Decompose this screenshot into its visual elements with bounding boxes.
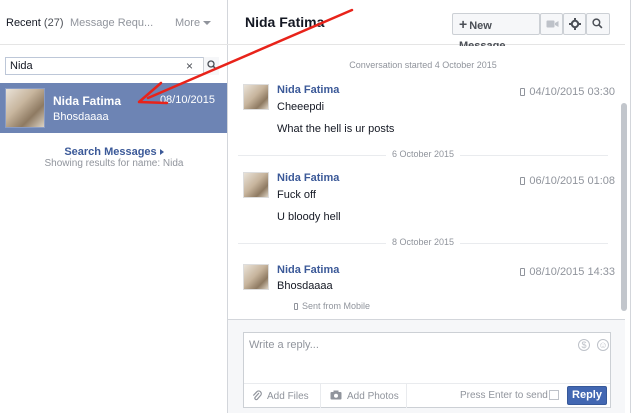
add-photos-button[interactable]: Add Photos <box>330 390 399 402</box>
search-messages-row: Search Messages <box>0 146 228 158</box>
add-files-button[interactable]: Add Files <box>252 390 309 402</box>
add-photos-label: Add Photos <box>347 391 399 402</box>
thread-list-header: Recent (27) Message Requ... More <box>0 0 228 45</box>
reply-input[interactable] <box>244 333 574 373</box>
tab-message-requests[interactable]: Message Requ... <box>70 17 153 29</box>
toolbar-divider <box>320 384 321 408</box>
sent-from-mobile: Sent from Mobile <box>294 301 370 311</box>
search-icon <box>207 60 217 70</box>
mobile-phone-icon <box>520 88 526 96</box>
settings-button[interactable] <box>563 13 586 35</box>
date-divider-label: 8 October 2015 <box>385 237 461 247</box>
press-enter-checkbox[interactable] <box>549 390 559 400</box>
emoji-icon[interactable]: ☺ <box>597 339 609 351</box>
tab-recent[interactable]: Recent (27) <box>6 17 63 29</box>
chevron-down-icon <box>203 21 212 26</box>
conversation-header: Nida Fatima +New Message <box>228 0 625 52</box>
new-message-button[interactable]: +New Message <box>452 13 540 52</box>
mobile-phone-icon <box>520 177 526 185</box>
search-messages-label: Search Messages <box>64 146 157 158</box>
tab-recent-label: Recent <box>6 17 41 29</box>
mobile-phone-icon <box>294 303 298 310</box>
tab-more-label: More <box>175 17 201 29</box>
message-timestamp: 06/10/2015 01:08 <box>520 175 615 187</box>
mobile-phone-icon <box>520 268 526 276</box>
message-text: U bloody hell <box>277 211 341 223</box>
date-divider-label: 6 October 2015 <box>385 149 461 159</box>
message-text: Bhosdaaaa <box>277 280 333 292</box>
send-money-icon[interactable]: $ <box>578 339 590 351</box>
thread-list-panel: Recent (27) Message Requ... More × Nida … <box>0 0 228 413</box>
message-text: What the hell is ur posts <box>277 123 395 135</box>
scrollbar-thumb[interactable] <box>621 103 627 311</box>
paperclip-icon <box>252 390 262 401</box>
thread-search-input[interactable] <box>6 58 181 74</box>
thread-item-nida-fatima[interactable]: Nida Fatima Bhosdaaaa 08/10/2015 <box>0 83 227 133</box>
reply-box: $ ☺ Add Files Add Photos Press Enter to … <box>243 332 611 408</box>
composer-toolbar: Add Files Add Photos Press Enter to send… <box>244 383 610 408</box>
search-results-note: Showing results for name: Nida <box>44 158 184 169</box>
thread-name: Nida Fatima <box>53 94 122 108</box>
message-time-text: 08/10/2015 14:33 <box>529 266 615 278</box>
avatar[interactable] <box>243 84 269 110</box>
message-timestamp: 08/10/2015 14:33 <box>520 266 615 278</box>
reply-button[interactable]: Reply <box>567 386 607 405</box>
search-icon <box>592 18 603 29</box>
message-sender-name[interactable]: Nida Fatima <box>277 172 339 184</box>
message-sender-name[interactable]: Nida Fatima <box>277 84 339 96</box>
video-camera-icon <box>546 20 559 28</box>
clear-search-icon[interactable]: × <box>186 59 193 73</box>
press-enter-label: Press Enter to send <box>460 390 548 401</box>
search-button[interactable] <box>203 57 219 75</box>
message-time-text: 04/10/2015 03:30 <box>529 86 615 98</box>
thread-search-box: × <box>5 57 219 75</box>
message-time-text: 06/10/2015 01:08 <box>529 175 615 187</box>
gear-icon <box>569 18 581 30</box>
tab-recent-count: (27) <box>43 17 64 29</box>
camera-icon <box>330 390 342 400</box>
avatar <box>5 88 45 128</box>
right-edge-panel <box>630 0 640 413</box>
composer-area: $ ☺ Add Files Add Photos Press Enter to … <box>228 319 625 413</box>
sent-from-mobile-label: Sent from Mobile <box>302 301 371 311</box>
message-sender-name[interactable]: Nida Fatima <box>277 264 339 276</box>
conversation-title[interactable]: Nida Fatima <box>245 14 324 30</box>
add-files-label: Add Files <box>267 391 309 402</box>
message-text: Fuck off <box>277 189 316 201</box>
search-conversation-button[interactable] <box>586 13 610 35</box>
date-divider: 8 October 2015 <box>228 237 618 247</box>
conversation-area: Conversation started 4 October 2015 Nida… <box>228 46 625 319</box>
conversation-started-label: Conversation started 4 October 2015 <box>349 60 497 70</box>
avatar[interactable] <box>243 172 269 198</box>
thread-date: 08/10/2015 <box>159 94 215 106</box>
video-call-button[interactable] <box>540 13 563 35</box>
toolbar-divider <box>406 384 407 408</box>
message-timestamp: 04/10/2015 03:30 <box>520 86 615 98</box>
avatar[interactable] <box>243 264 269 290</box>
caret-right-icon <box>159 149 164 156</box>
message-text: Cheeepdi <box>277 101 325 113</box>
thread-snippet: Bhosdaaaa <box>53 111 109 123</box>
search-messages-link[interactable]: Search Messages <box>64 146 164 158</box>
date-divider: 6 October 2015 <box>228 149 618 159</box>
plus-icon: + <box>459 16 468 32</box>
tab-more[interactable]: More <box>175 17 212 29</box>
